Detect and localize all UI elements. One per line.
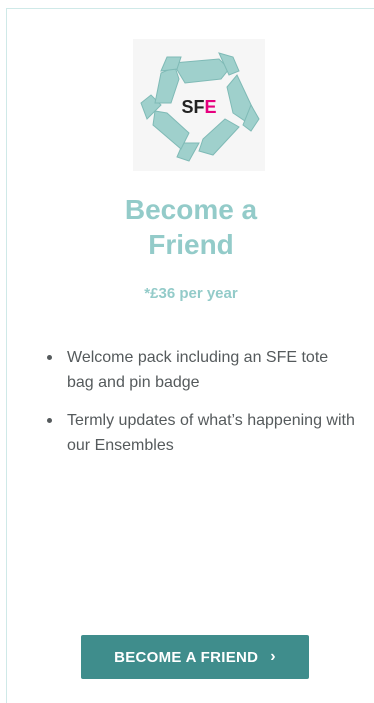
logo-text-suffix: E xyxy=(205,97,217,117)
card-title-line2: Friend xyxy=(148,229,234,260)
hands-circle-icon: SFE xyxy=(140,52,260,162)
benefit-text: Termly updates of what’s happening with … xyxy=(67,412,355,454)
bullet-icon xyxy=(47,355,52,360)
logo-text-prefix: SF xyxy=(181,97,204,117)
benefit-item: Welcome pack including an SFE tote bag a… xyxy=(37,345,355,395)
price-label: *£36 per year xyxy=(144,285,238,302)
svg-text:SFE: SFE xyxy=(181,97,216,117)
card-title: Become a Friend xyxy=(7,192,374,262)
become-a-friend-button[interactable]: BECOME A FRIEND › xyxy=(81,635,309,679)
card-title-line1: Become a xyxy=(124,194,258,225)
sfe-logo: SFE xyxy=(133,39,265,171)
membership-card: SFE Become a Friend *£36 per year Welcom… xyxy=(6,8,374,703)
chevron-right-icon: › xyxy=(270,648,276,665)
bullet-icon xyxy=(47,418,52,423)
benefit-item: Termly updates of what’s happening with … xyxy=(37,408,355,458)
become-a-friend-button-label: BECOME A FRIEND xyxy=(114,648,259,666)
benefits-list: Welcome pack including an SFE tote bag a… xyxy=(37,345,355,471)
benefit-text: Welcome pack including an SFE tote bag a… xyxy=(67,349,329,391)
